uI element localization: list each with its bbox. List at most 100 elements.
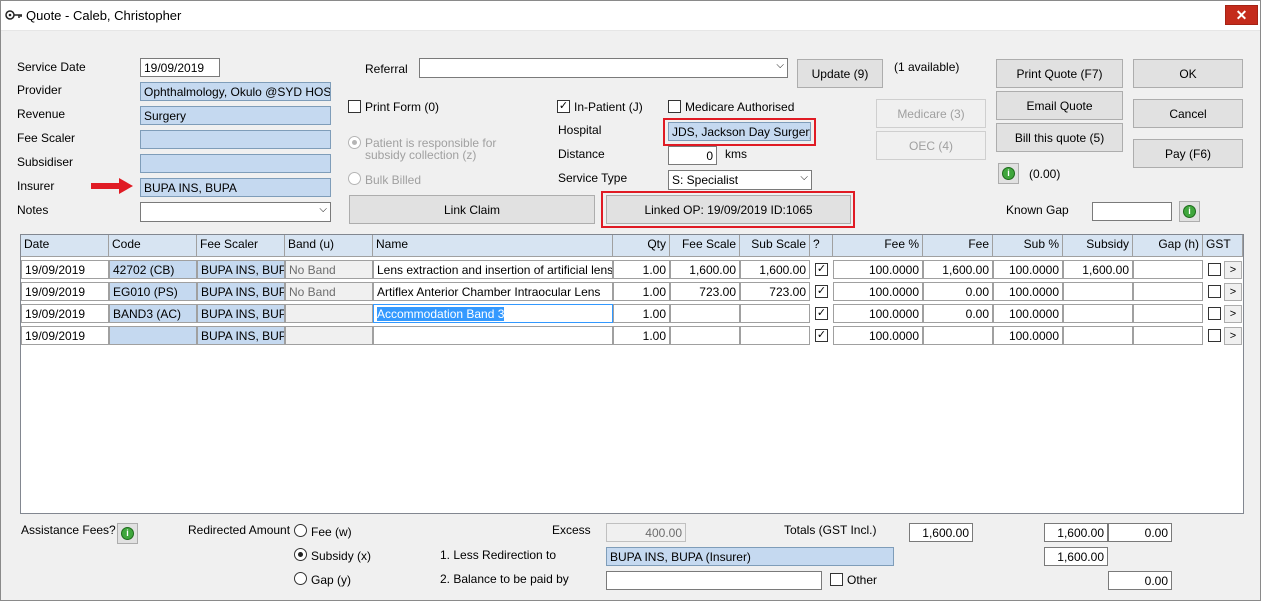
bulk-billed-radio[interactable]	[348, 172, 361, 185]
notes-dropdown[interactable]: ⌵	[140, 202, 331, 222]
cancel-button[interactable]: Cancel	[1133, 99, 1243, 128]
row-cell-fee-pct[interactable]: 100.0000	[833, 326, 923, 345]
row-cell-band[interactable]	[285, 326, 373, 345]
email-quote-button[interactable]: Email Quote	[996, 91, 1123, 120]
row-cell-qty[interactable]: 1.00	[613, 304, 670, 323]
other-checkbox[interactable]	[830, 573, 843, 586]
print-quote-button[interactable]: Print Quote (F7)	[996, 59, 1123, 88]
service-date-field[interactable]: 19/09/2019	[140, 58, 220, 77]
column-header-date[interactable]: Date	[21, 235, 109, 257]
row-gst-checkbox[interactable]	[1208, 329, 1221, 342]
pay-button[interactable]: Pay (F6)	[1133, 139, 1243, 168]
column-header-name[interactable]: Name	[373, 235, 613, 257]
row-cell-qty[interactable]: 1.00	[613, 260, 670, 279]
row-cell-gap[interactable]	[1133, 304, 1203, 323]
row-cell-name[interactable]: Lens extraction and insertion of artific…	[373, 260, 613, 279]
linked-op-button[interactable]: Linked OP: 19/09/2019 ID:1065	[606, 195, 851, 224]
row-more-button[interactable]: >	[1224, 283, 1242, 301]
close-button[interactable]: ✕	[1225, 5, 1258, 25]
row-cell-sub-pct[interactable]: 100.0000	[993, 304, 1063, 323]
row-cell-sub-scale[interactable]: 1,600.00	[740, 260, 810, 279]
hospital-field[interactable]: JDS, Jackson Day Surgery	[668, 122, 811, 141]
row-cell-fee-pct[interactable]: 100.0000	[833, 304, 923, 323]
row-cell-subsidy[interactable]	[1063, 326, 1133, 345]
row-cell-fee-pct[interactable]: 100.0000	[833, 282, 923, 301]
row-cell-date[interactable]: 19/09/2019	[21, 282, 109, 301]
row-cell-date[interactable]: 19/09/2019	[21, 326, 109, 345]
gap-radio[interactable]	[294, 572, 307, 585]
less-redirection-field[interactable]: BUPA INS, BUPA (Insurer)	[606, 547, 894, 566]
column-header-sub-pct[interactable]: Sub %	[993, 235, 1063, 257]
row-cell-fee-scaler[interactable]: BUPA INS, BUPA	[197, 282, 285, 301]
row-cell-band[interactable]: No Band	[285, 260, 373, 279]
row-cell-fee[interactable]: 0.00	[923, 304, 993, 323]
row-cell-fee[interactable]	[923, 326, 993, 345]
row-cell-code[interactable]: BAND3 (AC)	[109, 304, 197, 323]
service-type-dropdown[interactable]: S: Specialist ⌵	[668, 170, 812, 190]
row-more-button[interactable]: >	[1224, 261, 1242, 279]
row-cell-sub-scale[interactable]: 723.00	[740, 282, 810, 301]
provider-field[interactable]: Ophthalmology, Okulo @SYD HOSP	[140, 82, 331, 101]
row-cell-sub-pct[interactable]: 100.0000	[993, 326, 1063, 345]
row-cell-band[interactable]	[285, 304, 373, 323]
column-header-code[interactable]: Code	[109, 235, 197, 257]
row-cell-sub-pct[interactable]: 100.0000	[993, 260, 1063, 279]
print-form-checkbox[interactable]	[348, 100, 361, 113]
column-header-band[interactable]: Band (u)	[285, 235, 373, 257]
update-button[interactable]: Update (9)	[797, 59, 883, 88]
row-more-button[interactable]: >	[1224, 327, 1242, 345]
row-cell-date[interactable]: 19/09/2019	[21, 304, 109, 323]
row-cell-gap[interactable]	[1133, 282, 1203, 301]
row-confirm-checkbox[interactable]: ✓	[815, 307, 828, 320]
column-header-fee-pct[interactable]: Fee %	[833, 235, 923, 257]
row-cell-fee-scaler[interactable]: BUPA INS, BUPA	[197, 304, 285, 323]
row-cell-fee-scale[interactable]	[670, 326, 740, 345]
row-cell-gap[interactable]	[1133, 326, 1203, 345]
column-header-fee-scaler[interactable]: Fee Scaler	[197, 235, 285, 257]
row-cell-subsidy[interactable]: 1,600.00	[1063, 260, 1133, 279]
info-button[interactable]: i	[998, 163, 1019, 184]
subsidiser-field[interactable]	[140, 154, 331, 173]
row-confirm-checkbox[interactable]: ✓	[815, 285, 828, 298]
assistance-fees-info-button[interactable]: i	[117, 523, 138, 544]
column-header-gst[interactable]: GST	[1203, 235, 1243, 257]
row-cell-fee-scale[interactable]	[670, 304, 740, 323]
row-more-button[interactable]: >	[1224, 305, 1242, 323]
row-cell-name[interactable]: Accommodation Band 3	[373, 304, 613, 323]
row-cell-fee[interactable]: 1,600.00	[923, 260, 993, 279]
known-gap-field[interactable]	[1092, 202, 1172, 221]
revenue-field[interactable]: Surgery	[140, 106, 331, 125]
oec-button[interactable]: OEC (4)	[876, 131, 986, 160]
row-cell-qty[interactable]: 1.00	[613, 282, 670, 301]
insurer-field[interactable]: BUPA INS, BUPA	[140, 178, 331, 197]
bill-quote-button[interactable]: Bill this quote (5)	[996, 123, 1123, 152]
ok-button[interactable]: OK	[1133, 59, 1243, 88]
row-cell-date[interactable]: 19/09/2019	[21, 260, 109, 279]
row-cell-code[interactable]: EG010 (PS)	[109, 282, 197, 301]
column-header-fee-scale[interactable]: Fee Scale	[670, 235, 740, 257]
referral-dropdown[interactable]: ⌵	[419, 58, 788, 78]
subsidy-radio[interactable]	[294, 548, 307, 561]
row-cell-gap[interactable]	[1133, 260, 1203, 279]
row-gst-checkbox[interactable]	[1208, 263, 1221, 276]
fee-radio[interactable]	[294, 524, 307, 537]
row-cell-name[interactable]	[373, 326, 613, 345]
in-patient-checkbox[interactable]: ✓	[557, 100, 570, 113]
distance-field[interactable]: 0	[668, 146, 717, 165]
row-cell-subsidy[interactable]	[1063, 304, 1133, 323]
known-gap-info-button[interactable]: i	[1179, 201, 1200, 222]
row-confirm-checkbox[interactable]: ✓	[815, 263, 828, 276]
medicare-authorised-checkbox[interactable]	[668, 100, 681, 113]
column-header-sub-scale[interactable]: Sub Scale	[740, 235, 810, 257]
column-header-qty[interactable]: Qty	[613, 235, 670, 257]
column-header-subsidy[interactable]: Subsidy	[1063, 235, 1133, 257]
column-header-gap[interactable]: Gap (h)	[1133, 235, 1203, 257]
row-cell-fee-pct[interactable]: 100.0000	[833, 260, 923, 279]
column-header-fee[interactable]: Fee	[923, 235, 993, 257]
patient-responsible-radio[interactable]	[348, 136, 361, 149]
row-cell-band[interactable]: No Band	[285, 282, 373, 301]
row-cell-fee[interactable]: 0.00	[923, 282, 993, 301]
row-cell-fee-scaler[interactable]: BUPA INS, BUPA	[197, 260, 285, 279]
row-confirm-checkbox[interactable]: ✓	[815, 329, 828, 342]
row-gst-checkbox[interactable]	[1208, 307, 1221, 320]
